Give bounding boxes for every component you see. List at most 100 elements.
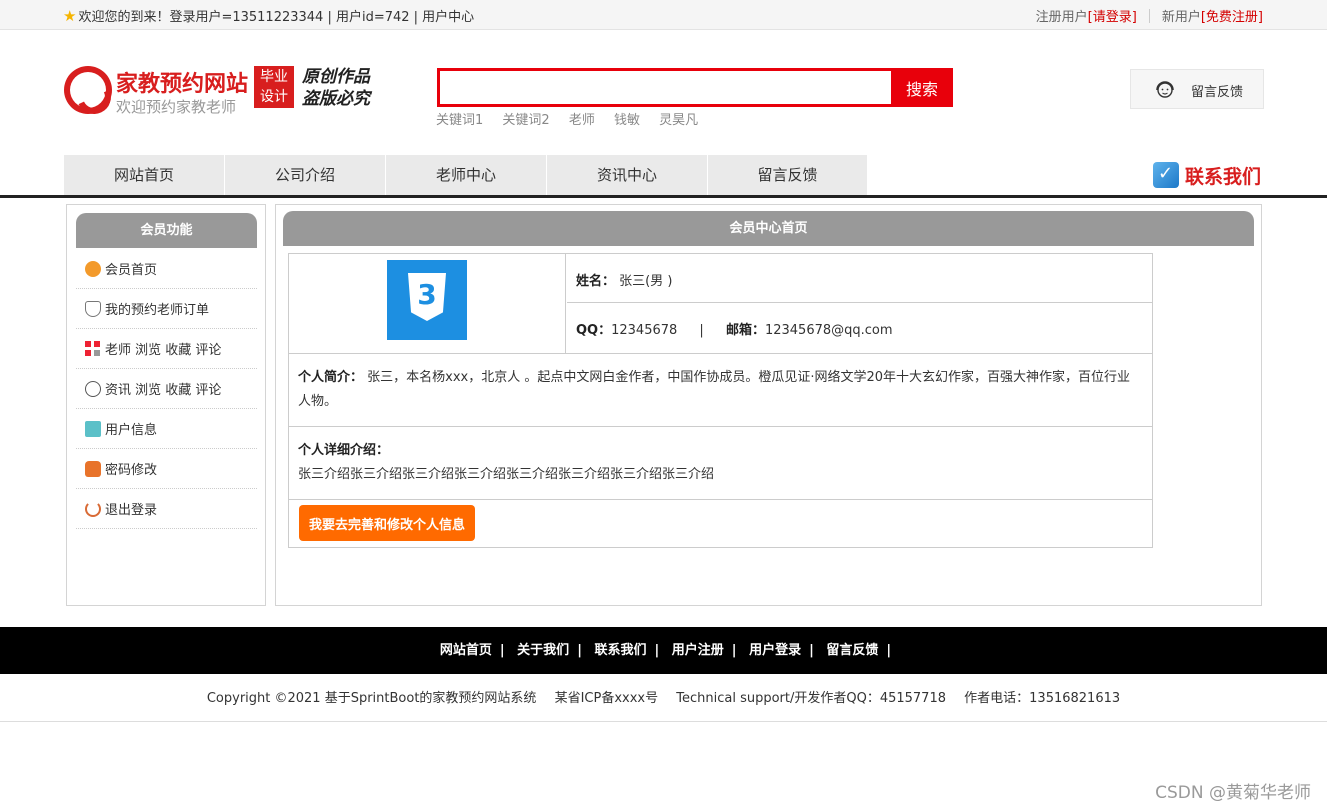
heart-icon [85,300,101,317]
footer-link-login[interactable]: 用户登录 [749,643,801,658]
slogan-line-1: 原创作品 [302,67,370,87]
footer-link-home[interactable]: 网站首页 [440,643,492,658]
sidebar-item-password[interactable]: 密码修改 [76,449,257,489]
contact-us-label: 联系我们 [1185,165,1262,188]
slogan-line-2: 盗版必究 [302,89,370,109]
feedback-button[interactable]: 留言反馈 [1130,69,1264,109]
avatar-cell: 3 [289,254,566,354]
star-icon: ★ [63,6,77,25]
account-links: 注册用户 [请登录] 新用户 [免费注册] [1036,6,1263,25]
intro-label: 个人简介： [298,370,364,385]
power-icon [85,500,101,517]
footer-link-about[interactable]: 关于我们 [517,643,569,658]
sidebar-item-label: 资讯 浏览 收藏 评论 [105,383,222,398]
search-input[interactable] [437,68,891,107]
site-logo[interactable]: 家教预约网站 欢迎预约家教老师 毕业 设计 原创作品 盗版必究 [64,66,384,122]
keyword-link[interactable]: 钱敏 [614,113,640,128]
profile-table: 3 姓名： 张三(男 ) QQ：12345678 | 邮箱：12345678@q… [288,253,1153,548]
watermark: CSDN @黄菊华老师 [1155,783,1311,803]
nav-item-news[interactable]: 资讯中心 [547,155,708,195]
email-label: 邮箱： [725,323,765,338]
keyword-link[interactable]: 关键词2 [502,113,549,128]
welcome-text: 欢迎您的到来！登录用户=13511223344 | 用户id=742 | 用户中… [78,10,475,25]
footer-nav: 网站首页 | 关于我们 | 联系我们 | 用户注册 | 用户登录 | 留言反馈 | [0,627,1327,674]
intro-value: 张三，本名杨xxx，北京人 。起点中文网白金作者，中国作协成员。橙瓜见证·网络文… [298,370,1131,409]
footer-link-contact[interactable]: 联系我们 [594,643,646,658]
phone-text: 作者电话：13516821613 [964,691,1121,706]
newuser-prefix: 新用户 [1161,10,1201,25]
footer-separator: | [577,643,582,658]
sidebar-item-label: 老师 浏览 收藏 评论 [105,343,222,358]
sidebar-item-news-activity[interactable]: 资讯 浏览 收藏 评论 [76,369,257,409]
divider [1148,8,1150,23]
badge-line-2: 设计 [260,89,288,105]
nav-item-teachers[interactable]: 老师中心 [386,155,547,195]
keyword-link[interactable]: 老师 [569,113,595,128]
copyright-bar: Copyright ©2021 基于SprintBoot的家教预约网站系统 某省… [0,674,1327,722]
feedback-label: 留言反馈 [1191,85,1244,100]
home-icon [85,260,101,277]
footer-separator: | [654,643,660,658]
avatar-glyph: 3 [417,278,437,311]
sidebar-item-teacher-activity[interactable]: 老师 浏览 收藏 评论 [76,329,257,369]
nav-item-home[interactable]: 网站首页 [64,155,225,195]
footer-separator: | [731,643,737,658]
email-value: 12345678@qq.com [764,323,893,338]
clipboard-icon [85,420,101,437]
search-button[interactable]: 搜索 [891,68,953,107]
profile-row-intro: 个人简介： 张三，本名杨xxx，北京人 。起点中文网白金作者，中国作协成员。橙瓜… [289,354,1152,427]
footer-link-register[interactable]: 用户注册 [672,643,724,658]
member-sidebar: 会员功能 会员首页 我的预约老师订单 老师 浏览 收藏 评论 资讯 浏览 收藏 … [66,204,266,606]
nav-divider [0,195,1327,198]
footer-separator: | [886,643,892,658]
panel-title: 会员中心首页 [283,211,1254,246]
nav-items: 网站首页 公司介绍 老师中心 资讯中心 留言反馈 [64,155,868,195]
name-value: 张三(男 ) [619,274,673,289]
copyright-text: Copyright ©2021 基于SprintBoot的家教预约网站系统 [206,691,537,706]
logo-mark-icon [64,66,112,114]
sidebar-item-label: 用户信息 [105,423,158,438]
qq-label: QQ： [576,323,612,338]
avatar: 3 [387,260,467,340]
sidebar-item-orders[interactable]: 我的预约老师订单 [76,289,257,329]
header: 家教预约网站 欢迎预约家教老师 毕业 设计 原创作品 盗版必究 搜索 关键词1 … [0,30,1327,155]
footer-link-feedback[interactable]: 留言反馈 [826,643,878,658]
detail-label: 个人详细介绍： [298,443,390,458]
edit-profile-button[interactable]: 我要去完善和修改个人信息 [299,505,475,541]
icp-text: 某省ICP备xxxx号 [554,691,659,706]
badge-line-1: 毕业 [260,69,288,85]
sidebar-item-label: 会员首页 [105,263,158,278]
register-prefix: 注册用户 [1035,10,1088,25]
contact-us-link[interactable]: 联系我们 [1153,160,1261,190]
sidebar-item-label: 密码修改 [105,463,158,478]
sidebar-item-member-home[interactable]: 会员首页 [76,249,257,289]
login-link[interactable]: [请登录] [1088,6,1137,25]
sidebar-item-user-info[interactable]: 用户信息 [76,409,257,449]
keyword-link[interactable]: 灵昊凡 [659,113,698,128]
qq-value: 12345678 [611,323,678,338]
nav-item-company[interactable]: 公司介绍 [225,155,386,195]
site-title: 家教预约网站 [116,72,249,97]
logo-slogan: 原创作品 盗版必究 [302,66,370,110]
footer-separator: | [499,643,505,658]
sidebar-menu: 会员首页 我的预约老师订单 老师 浏览 收藏 评论 资讯 浏览 收藏 评论 用户… [76,249,257,529]
top-bar: ★ 欢迎您的到来！登录用户=13511223344 | 用户id=742 | 用… [0,0,1327,30]
sidebar-item-label: 退出登录 [105,503,158,518]
member-main-panel: 会员中心首页 3 姓名： 张三(男 ) QQ：12345678 | 邮箱：123… [275,204,1262,606]
name-label: 姓名： [576,274,616,289]
check-icon [1153,162,1179,188]
profile-row-actions: 我要去完善和修改个人信息 [289,500,1152,547]
sidebar-item-label: 我的预约老师订单 [105,303,210,318]
welcome-message: ★ 欢迎您的到来！登录用户=13511223344 | 用户id=742 | 用… [63,6,474,25]
hot-keywords: 关键词1 关键词2 老师 钱敏 灵昊凡 [436,109,713,128]
customer-service-icon [1156,81,1174,98]
footer-separator: | [809,643,814,658]
nav-item-feedback[interactable]: 留言反馈 [708,155,868,195]
contact-cell: QQ：12345678 | 邮箱：12345678@qq.com [567,303,1152,354]
keyword-link[interactable]: 关键词1 [436,113,483,128]
clock-icon [85,380,101,397]
sidebar-item-logout[interactable]: 退出登录 [76,489,257,529]
sidebar-title: 会员功能 [76,213,257,248]
free-register-link[interactable]: [免费注册] [1201,6,1263,25]
profile-row-detail: 个人详细介绍： 张三介绍张三介绍张三介绍张三介绍张三介绍张三介绍张三介绍张三介绍 [289,427,1152,500]
